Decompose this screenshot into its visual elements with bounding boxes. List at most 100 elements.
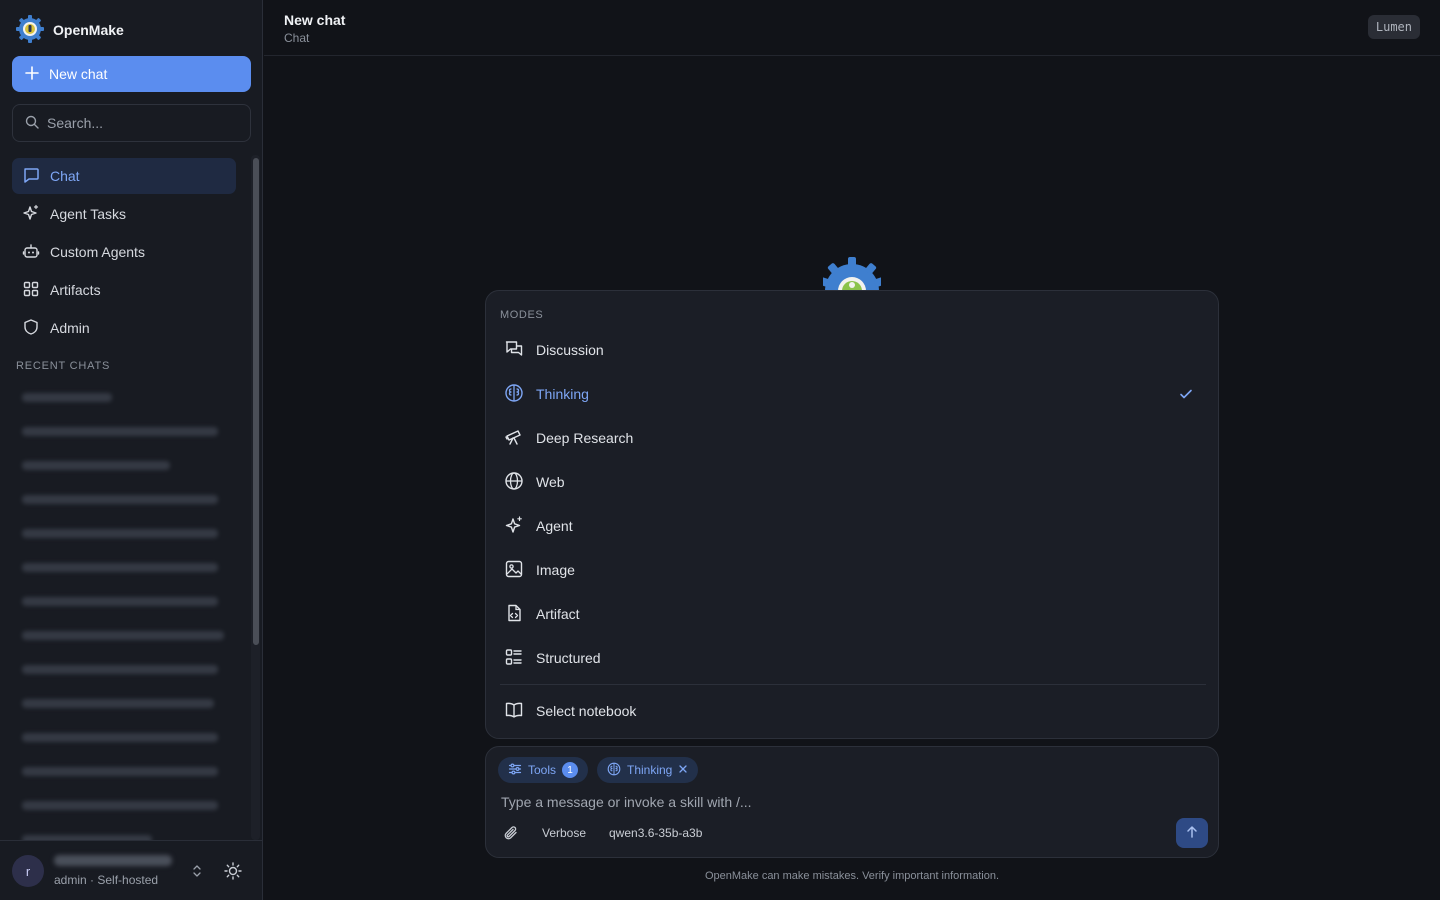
sidebar-item-label: Admin: [50, 320, 90, 336]
model-selector[interactable]: qwen3.6-35b-a3b: [609, 826, 702, 840]
recent-chats-heading: RECENT CHATS: [16, 360, 111, 372]
new-chat-label: New chat: [49, 66, 108, 82]
message-input[interactable]: [501, 794, 1181, 810]
recent-chat-item[interactable]: [12, 380, 236, 414]
recent-chats-list: [12, 380, 236, 840]
tools-count-badge: 1: [562, 762, 579, 778]
page-title: New chat: [284, 12, 346, 28]
chevron-up-down-icon[interactable]: [191, 863, 203, 882]
thinking-mode-chip[interactable]: Thinking: [597, 757, 699, 783]
disclaimer-text: OpenMake can make mistakes. Verify impor…: [704, 870, 1000, 882]
new-chat-button[interactable]: New chat: [12, 56, 251, 92]
modes-list: Discussion Thinking Deep Research Web Ag…: [500, 328, 1206, 680]
select-notebook-label: Select notebook: [536, 703, 637, 719]
sidebar-item-artifacts[interactable]: Artifacts: [12, 272, 236, 308]
telescope-icon: [504, 427, 524, 450]
user-role: admin · Self-hosted: [54, 873, 159, 887]
recent-chat-item[interactable]: [12, 720, 236, 754]
sidebar-item-label: Agent Tasks: [50, 206, 127, 222]
recent-chat-item[interactable]: [12, 550, 236, 584]
user-account-row[interactable]: r admin · Self-hosted: [0, 840, 263, 900]
mode-label: Artifact: [536, 606, 580, 622]
mode-label: Image: [536, 562, 575, 578]
mode-label: Web: [536, 474, 565, 490]
brand-name: OpenMake: [53, 22, 124, 38]
mode-agent[interactable]: Agent: [500, 504, 1206, 548]
brand[interactable]: OpenMake: [15, 14, 124, 46]
sidebar-item-chat[interactable]: Chat: [12, 158, 236, 194]
user-email-redacted: [54, 855, 172, 866]
recent-chat-item[interactable]: [12, 584, 236, 618]
theme-badge[interactable]: Lumen: [1367, 15, 1420, 39]
mode-label: Agent: [536, 518, 573, 534]
thinking-chip-label: Thinking: [627, 763, 673, 777]
chat-header: New chat Chat Lumen: [264, 0, 1440, 56]
brain-icon: [607, 762, 621, 779]
chat-bubble-icon: [22, 166, 40, 187]
select-notebook-item[interactable]: Select notebook: [500, 689, 1206, 733]
grid-icon: [22, 280, 40, 301]
mode-thinking[interactable]: Thinking: [500, 372, 1206, 416]
search-icon: [25, 115, 39, 132]
arrow-up-icon: [1185, 825, 1199, 842]
sidebar-item-label: Custom Agents: [50, 244, 145, 260]
page-subtitle: Chat: [284, 31, 310, 45]
mode-artifact[interactable]: Artifact: [500, 592, 1206, 636]
recent-chat-item[interactable]: [12, 652, 236, 686]
sparkles-icon: [504, 515, 524, 538]
list-icon: [504, 647, 524, 670]
tools-chip[interactable]: Tools 1: [498, 757, 589, 783]
brain-icon: [504, 383, 524, 406]
verbose-toggle[interactable]: Verbose: [542, 826, 586, 840]
modes-heading: MODES: [500, 309, 544, 321]
openmake-logo-icon: [15, 14, 45, 47]
sliders-icon: [508, 762, 522, 779]
recent-chat-item[interactable]: [12, 618, 236, 652]
search-box[interactable]: [12, 104, 251, 142]
search-input[interactable]: [47, 115, 237, 131]
mode-image[interactable]: Image: [500, 548, 1206, 592]
recent-chat-item[interactable]: [12, 448, 236, 482]
mode-web[interactable]: Web: [500, 460, 1206, 504]
shield-icon: [22, 318, 40, 339]
sidebar-item-custom-agents[interactable]: Custom Agents: [12, 234, 236, 270]
mode-label: Structured: [536, 650, 601, 666]
file-code-icon: [504, 603, 524, 626]
sun-icon[interactable]: [223, 861, 243, 884]
book-icon: [504, 700, 524, 723]
robot-icon: [22, 242, 40, 263]
mode-deep-research[interactable]: Deep Research: [500, 416, 1206, 460]
mode-label: Thinking: [536, 386, 589, 402]
sidebar-item-admin[interactable]: Admin: [12, 310, 236, 346]
check-icon: [1178, 386, 1194, 405]
sidebar-scrollbar-thumb[interactable]: [253, 158, 259, 645]
send-button[interactable]: [1176, 818, 1208, 848]
sidebar-item-label: Chat: [50, 168, 80, 184]
sidebar-nav: Chat Agent Tasks Custom Agents Artifacts…: [12, 158, 236, 348]
sidebar-item-label: Artifacts: [50, 282, 101, 298]
recent-chat-item[interactable]: [12, 516, 236, 550]
sidebar-item-agent-tasks[interactable]: Agent Tasks: [12, 196, 236, 232]
sparkles-icon: [22, 204, 40, 225]
modes-divider: [500, 684, 1206, 685]
paperclip-icon[interactable]: [503, 825, 519, 844]
tools-chip-label: Tools: [528, 763, 557, 777]
modes-menu: MODES Discussion Thinking Deep Research: [485, 290, 1219, 739]
discussion-icon: [504, 339, 524, 362]
avatar[interactable]: r: [12, 855, 44, 887]
recent-chat-item[interactable]: [12, 482, 236, 516]
recent-chat-item[interactable]: [12, 414, 236, 448]
image-icon: [504, 559, 524, 582]
plus-icon: [25, 65, 39, 83]
message-composer: Tools 1 Thinking Verbose qwen3.6-35b-a3b: [485, 746, 1219, 858]
close-icon[interactable]: [678, 763, 688, 777]
mode-discussion[interactable]: Discussion: [500, 328, 1206, 372]
globe-icon: [504, 471, 524, 494]
recent-chat-item[interactable]: [12, 754, 236, 788]
recent-chat-item[interactable]: [12, 686, 236, 720]
mode-label: Deep Research: [536, 430, 634, 446]
sidebar: OpenMake New chat Chat Agent Tasks: [0, 0, 263, 900]
recent-chat-item[interactable]: [12, 822, 236, 840]
recent-chat-item[interactable]: [12, 788, 236, 822]
mode-structured[interactable]: Structured: [500, 636, 1206, 680]
